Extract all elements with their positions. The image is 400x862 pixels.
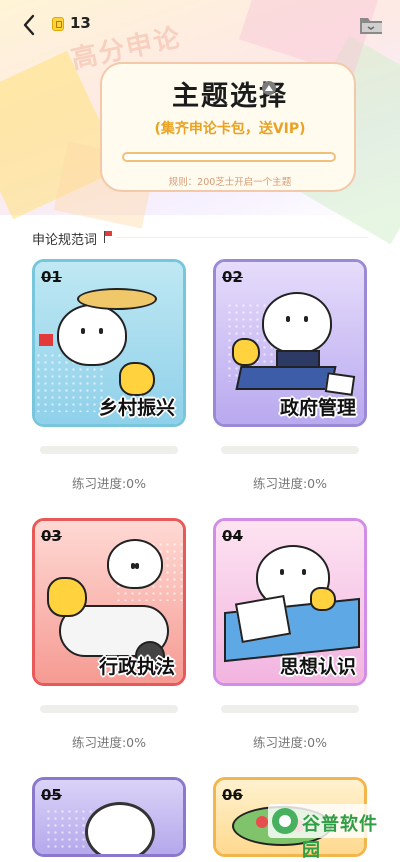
card-progress-text: 练习进度:0%	[252, 476, 328, 491]
card-number: 01	[41, 268, 62, 286]
card-title: 行政执法	[98, 656, 175, 678]
card-progress-text: 练习进度:0%	[252, 735, 328, 750]
coin-icon	[52, 17, 64, 31]
topic-card-2[interactable]: 02 政府管理	[213, 259, 367, 427]
flag-icon	[104, 231, 112, 243]
cheese-mascot-icon	[310, 587, 336, 611]
card-title: 思想认识	[279, 656, 356, 678]
topic-card-3[interactable]: 03 行政执法	[32, 518, 186, 686]
cheese-mascot-icon	[47, 577, 87, 617]
folder-button[interactable]	[358, 14, 384, 36]
folder-icon	[360, 18, 382, 34]
hero-card: 主题选择 (集齐申论卡包，送VIP) 规则：200芝士开启一个主题	[100, 62, 356, 192]
page-title: 主题选择	[172, 81, 288, 112]
coin-count: 13	[70, 14, 91, 32]
collection-progress-bar	[122, 152, 336, 162]
watermark-text: 谷普软件园	[302, 814, 378, 861]
card-progress-text: 练习进度:0%	[71, 476, 147, 491]
site-watermark: 谷普软件园	[268, 804, 396, 861]
card-progress-bar	[40, 705, 178, 713]
card-number: 03	[41, 527, 62, 545]
crown-icon	[262, 81, 276, 95]
book-page-icon	[234, 594, 292, 644]
topic-card-4[interactable]: 04 思想认识	[213, 518, 367, 686]
card-progress-bar	[221, 446, 359, 454]
red-flag-icon	[39, 334, 53, 346]
cat-mascot-icon	[262, 292, 332, 354]
straw-hat-icon	[77, 288, 157, 310]
topic-card-1[interactable]: 01 乡村振兴	[32, 259, 186, 427]
card-title: 乡村振兴	[98, 397, 175, 419]
card-title: 政府管理	[279, 397, 356, 419]
cat-mascot-icon	[57, 304, 127, 366]
section-title: 申论规范词	[32, 233, 98, 248]
card-number: 06	[222, 786, 243, 804]
card-number: 02	[222, 268, 243, 286]
chevron-left-icon	[23, 14, 35, 36]
top-bar: 13	[0, 0, 400, 50]
section-divider	[116, 237, 368, 238]
cat-mascot-icon	[107, 539, 163, 589]
card-progress-bar	[40, 446, 178, 454]
astronaut-helmet-icon	[85, 802, 155, 854]
flower-icon	[256, 816, 268, 828]
cheese-mascot-icon	[119, 362, 155, 396]
cheese-mascot-icon	[232, 338, 260, 366]
card-progress-bar	[221, 705, 359, 713]
keyboard-icon	[235, 366, 337, 390]
topic-card-5[interactable]: 05	[32, 777, 186, 857]
card-progress-text: 练习进度:0%	[71, 735, 147, 750]
back-button[interactable]	[18, 12, 42, 38]
card-number: 04	[222, 527, 243, 545]
rule-text: 规则：200芝士开启一个主题	[168, 177, 292, 188]
watermark-logo-icon	[272, 808, 298, 834]
card-number: 05	[41, 786, 62, 804]
hero-subtitle: (集齐申论卡包，送VIP)	[154, 121, 306, 137]
